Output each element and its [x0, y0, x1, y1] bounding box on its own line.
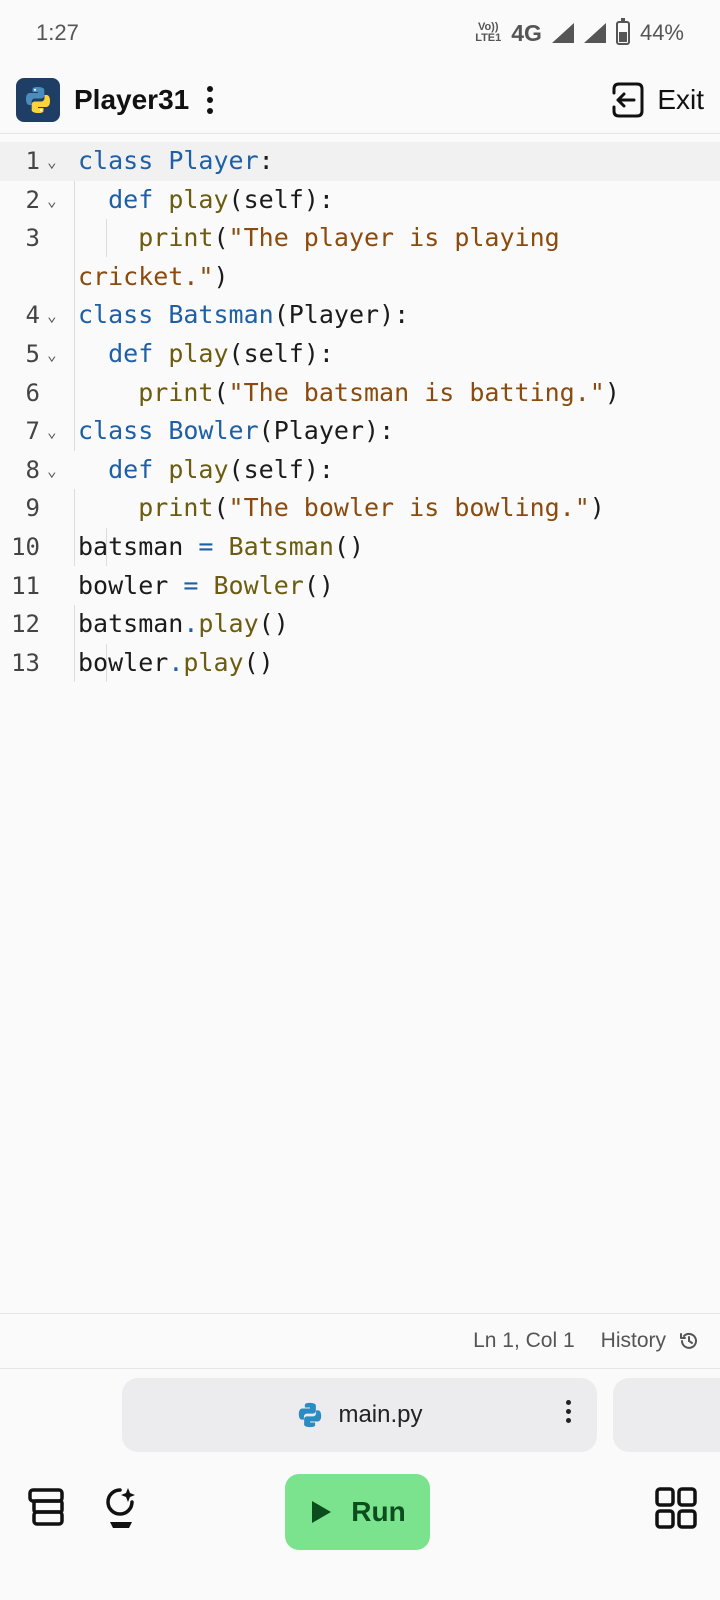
layers-icon[interactable]	[24, 1484, 72, 1532]
fold-chevron-icon[interactable]: ⌄	[47, 296, 57, 336]
python-file-icon	[299, 1402, 322, 1428]
history-button[interactable]: History	[601, 1329, 700, 1353]
exit-icon	[612, 82, 644, 117]
python-logo-icon[interactable]	[16, 77, 60, 122]
fold-chevron-icon[interactable]: ⌄	[47, 451, 57, 491]
code-line[interactable]: 3 print("The player is playing	[0, 219, 720, 258]
code-line[interactable]: 9 print("The bowler is bowling.")	[0, 489, 720, 528]
file-options-icon[interactable]	[566, 1400, 571, 1423]
line-number: 6	[25, 378, 40, 407]
file-name: main.py	[338, 1401, 423, 1428]
editor-status-line: Ln 1, Col 1 History	[0, 1313, 720, 1369]
line-number: 7	[25, 417, 40, 446]
code-line[interactable]: 10 batsman = Batsman()	[0, 528, 720, 567]
signal-icon-2	[583, 23, 606, 43]
status-time: 1:27	[36, 20, 79, 45]
signal-icon	[551, 23, 574, 43]
code-line[interactable]: 6 print("The batsman is batting.")	[0, 374, 720, 413]
line-number: 10	[11, 532, 40, 561]
code-line[interactable]: 2 ⌄ def play(self):	[0, 181, 720, 220]
fold-chevron-icon[interactable]: ⌄	[47, 335, 57, 375]
code-line[interactable]: 5 ⌄ def play(self):	[0, 335, 720, 374]
code-line[interactable]: 4 ⌄ class Batsman(Player):	[0, 296, 720, 335]
line-number: 12	[11, 610, 40, 639]
bottom-toolbar: Run	[0, 1474, 720, 1554]
code-line[interactable]: 11 bowler = Bowler()	[0, 567, 720, 606]
volte-icon: Vo)) LTE1	[475, 21, 502, 44]
history-icon	[680, 1332, 697, 1349]
line-number: 5	[25, 339, 40, 368]
network-type: 4G	[511, 19, 542, 46]
code-line[interactable]: 1 ⌄ class Player:	[0, 142, 720, 181]
exit-button[interactable]: Exit	[607, 81, 704, 119]
project-title[interactable]: Player31	[74, 84, 189, 116]
code-line[interactable]: 12 batsman.play()	[0, 605, 720, 644]
line-number: 9	[25, 494, 40, 523]
status-icons: Vo)) LTE1 4G 44%	[475, 18, 684, 47]
line-number: 11	[11, 571, 40, 600]
battery-percent: 44%	[639, 20, 684, 45]
battery-icon	[615, 18, 630, 45]
line-number: 2	[25, 185, 40, 214]
code-line[interactable]: 7 ⌄ class Bowler(Player):	[0, 412, 720, 451]
app-header: Player31 Exit	[0, 66, 720, 134]
grid-menu-icon[interactable]	[652, 1484, 700, 1532]
status-bar: 1:27 Vo)) LTE1 4G 44%	[0, 0, 720, 66]
code-line[interactable]: 8 ⌄ def play(self):	[0, 451, 720, 490]
exit-label: Exit	[657, 83, 704, 115]
fold-chevron-icon[interactable]: ⌄	[47, 142, 57, 182]
file-tab-main[interactable]: main.py	[122, 1378, 597, 1452]
fold-chevron-icon[interactable]: ⌄	[47, 412, 57, 452]
ai-assistant-icon[interactable]	[98, 1484, 146, 1532]
run-button[interactable]: Run	[285, 1474, 430, 1550]
run-label: Run	[351, 1496, 406, 1527]
history-label: History	[600, 1329, 666, 1352]
file-tab-next[interactable]	[613, 1378, 720, 1452]
line-number: 13	[11, 648, 40, 677]
code-line[interactable]: 13 bowler.play()	[0, 644, 720, 683]
code-editor[interactable]: 1 ⌄ class Player: 2 ⌄ def play(self): 3 …	[0, 142, 720, 682]
line-number: 8	[25, 455, 40, 484]
line-number: 3	[25, 224, 40, 253]
more-options-icon[interactable]	[203, 82, 217, 118]
play-icon	[312, 1501, 332, 1523]
line-number: 4	[25, 301, 40, 330]
cursor-position: Ln 1, Col 1	[473, 1329, 575, 1352]
line-number: 1	[25, 147, 40, 175]
fold-chevron-icon[interactable]: ⌄	[47, 181, 57, 221]
code-line-wrap[interactable]: cricket.")	[0, 258, 720, 297]
